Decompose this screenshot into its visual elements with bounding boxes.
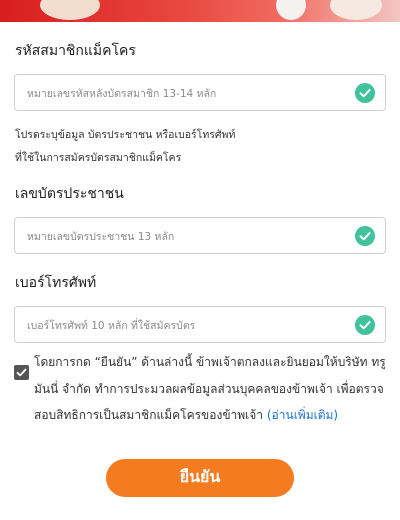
banner-photo-right	[330, 0, 382, 20]
member-code-input[interactable]: หมายเลขรหัสหลังบัตรสมาชิก 13-14 หลัก	[14, 74, 386, 111]
notice-line-1: โปรดระบุข้อมูล บัตรประชาชน หรือเบอร์โทรศ…	[15, 129, 236, 141]
banner-photo-hand	[276, 0, 306, 20]
notice-line-2: ที่ใช้ในการสมัครบัตรสมาชิกแม็คโคร	[15, 152, 182, 164]
header-banner-image	[0, 0, 400, 22]
id-card-placeholder: หมายเลขบัตรประชาชน 13 หลัก	[27, 231, 175, 243]
member-code-label: รหัสสมาชิกแม็คโคร	[15, 43, 136, 59]
submit-button[interactable]: ยืนยัน	[106, 459, 294, 497]
read-more-link[interactable]: (อ่านเพิ่มเติม)	[267, 408, 338, 422]
check-circle-icon	[355, 315, 375, 335]
id-card-label: เลขบัตรประชาชน	[15, 186, 124, 202]
id-card-input[interactable]: หมายเลขบัตรประชาชน 13 หลัก	[14, 217, 386, 254]
check-circle-icon	[355, 83, 375, 103]
member-code-placeholder: หมายเลขรหัสหลังบัตรสมาชิก 13-14 หลัก	[27, 88, 217, 100]
phone-input[interactable]: เบอร์โทรศัพท์ 10 หลัก ที่ใช้สมัครบัตร	[14, 306, 386, 343]
phone-label: เบอร์โทรศัพท์	[15, 275, 97, 291]
check-circle-icon	[355, 226, 375, 246]
phone-placeholder: เบอร์โทรศัพท์ 10 หลัก ที่ใช้สมัครบัตร	[27, 320, 196, 332]
consent-checkbox[interactable]	[14, 365, 29, 380]
banner-photo-left	[40, 0, 100, 20]
consent-text: โดยการกด “ยืนยัน” ด้านล่างนี้ ข้าพเจ้าตก…	[34, 349, 390, 429]
